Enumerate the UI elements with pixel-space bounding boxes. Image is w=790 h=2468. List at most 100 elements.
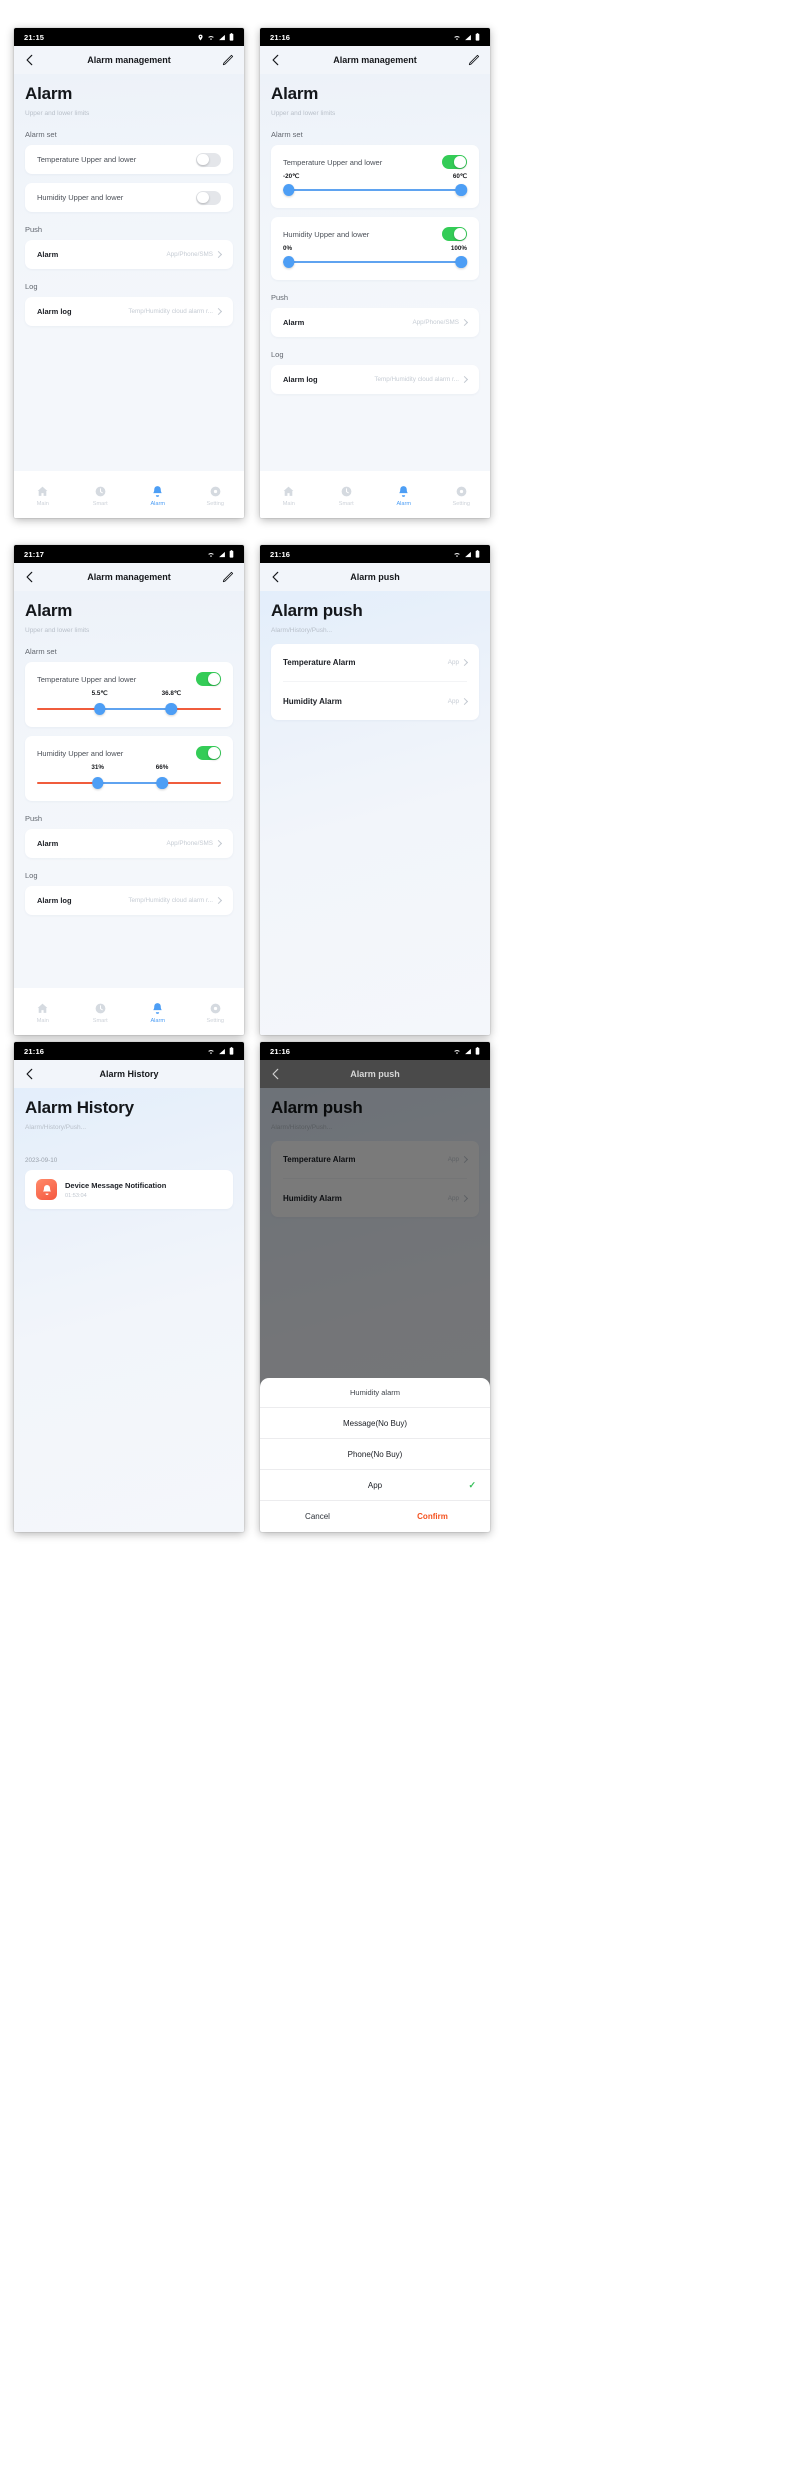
alarm-log-value-wrap: Temp/Humidity cloud alarm r... [374,375,469,384]
tab-smart[interactable]: Smart [318,485,376,507]
alarm-log-label: Alarm log [37,307,72,316]
tab-smart[interactable]: Smart [72,485,130,507]
slider-handle-min[interactable] [282,256,295,268]
humidity-min-value: 0% [283,245,293,252]
toggle-knob [454,156,466,168]
bottom-tab-bar: Main Smart Alarm Setting [14,471,244,518]
slider-handle-max[interactable] [455,184,468,196]
slider-handle-min[interactable] [282,184,295,196]
action-sheet-option-app[interactable]: App ✓ [260,1470,490,1501]
bell-icon [399,486,409,497]
humidity-toggle[interactable] [442,227,467,241]
tab-setting[interactable]: Setting [187,1002,245,1024]
option-label: Phone(No Buy) [347,1449,403,1459]
card-humidity-limits[interactable]: Humidity Upper and lower 31% 66% [25,736,233,801]
confirm-button[interactable]: Confirm [375,1512,490,1521]
tab-setting[interactable]: Setting [187,485,245,507]
cancel-button[interactable]: Cancel [260,1512,375,1521]
back-icon[interactable] [23,1067,37,1081]
card-push-alarm[interactable]: Alarm App/Phone/SMS [271,308,479,337]
gear-icon [210,1003,221,1014]
card-humidity-limits[interactable]: Humidity Upper and lower 0% 100% [271,217,479,280]
status-time: 21:16 [270,1046,291,1056]
action-sheet-option-phone[interactable]: Phone(No Buy) [260,1439,490,1470]
tab-setting[interactable]: Setting [433,485,491,507]
slider-fill [97,781,163,785]
card-alarm-log[interactable]: Alarm log Temp/Humidity cloud alarm r... [271,365,479,394]
card-temperature-limits[interactable]: Temperature Upper and lower -20℃ 60℃ [271,145,479,208]
toggle-knob [208,747,220,759]
edit-icon[interactable] [221,570,235,584]
toggle-knob [197,191,209,204]
slider-handle-max[interactable] [455,256,468,268]
status-bar: 21:16 [14,1042,244,1060]
page-title: Alarm management [333,55,417,65]
card-temperature-limits[interactable]: Temperature Upper and lower 5.5℃ 36.8℃ [25,662,233,727]
humidity-alarm-label: Humidity Alarm [283,696,342,706]
list-item[interactable]: Humidity Alarm App [283,682,469,720]
tab-main[interactable]: Main [14,485,72,507]
section-label-log: Log [271,350,284,359]
tab-smart[interactable]: Smart [72,1002,130,1024]
action-sheet-option-message[interactable]: Message(No Buy) [260,1408,490,1439]
section-label-push: Push [25,814,43,823]
push-alarm-label: Alarm [283,318,305,327]
location-icon [198,34,203,40]
tab-label: Alarm [150,501,166,507]
slider-handle-min[interactable] [91,777,104,789]
card-alarm-log[interactable]: Alarm log Temp/Humidity cloud alarm r... [25,886,233,915]
action-sheet: Humidity alarm Message(No Buy) Phone(No … [260,1378,490,1532]
back-icon[interactable] [23,53,37,67]
header-title: Alarm History [25,1098,134,1117]
nav-bar: Alarm History [14,1060,244,1088]
humidity-toggle[interactable] [196,190,221,205]
list-item[interactable]: Temperature Alarm App [283,644,469,682]
phone-screen-alarm-push-sheet: 21:16 Alarm push Alarm push Alarm/Histor… [260,1042,490,1532]
temperature-label: Temperature Upper and lower [37,674,137,684]
wifi-icon [454,1049,460,1054]
alarm-push-list: Temperature Alarm App Humidity Alarm App [271,644,479,720]
tab-alarm[interactable]: Alarm [129,485,187,507]
card-push-alarm[interactable]: Alarm App/Phone/SMS [25,829,233,858]
humidity-range-slider[interactable] [37,777,221,789]
signal-icon [219,34,225,40]
history-entry[interactable]: Device Message Notification 01:53:04 [25,1170,233,1209]
status-time: 21:17 [24,549,45,559]
back-icon[interactable] [23,570,37,584]
wifi-icon [454,552,460,557]
chevron-right-icon [214,839,223,848]
slider-track [283,260,467,264]
card-temperature-limits[interactable]: Temperature Upper and lower [25,145,233,174]
slider-handle-max[interactable] [165,703,178,715]
option-label: App [367,1480,383,1490]
slider-handle-max[interactable] [156,777,168,789]
back-icon[interactable] [269,570,283,584]
temperature-toggle[interactable] [196,672,221,686]
status-icons [453,1047,480,1055]
tab-label: Setting [452,501,470,507]
tab-label: Main [36,1018,49,1024]
edit-icon[interactable] [467,53,481,67]
tab-alarm[interactable]: Alarm [375,485,433,507]
back-icon[interactable] [269,1067,283,1081]
tab-alarm[interactable]: Alarm [129,1002,187,1024]
tab-main[interactable]: Main [14,1002,72,1024]
history-entry-time: 01:53:04 [65,1192,87,1199]
card-humidity-limits[interactable]: Humidity Upper and lower [25,183,233,212]
edit-icon[interactable] [221,53,235,67]
temperature-toggle[interactable] [196,152,221,167]
humidity-toggle[interactable] [196,746,221,760]
section-label-alarm-set: Alarm set [271,130,303,139]
temperature-range-slider[interactable] [282,184,468,196]
card-push-alarm[interactable]: Alarm App/Phone/SMS [25,240,233,269]
humidity-range-slider[interactable] [282,256,468,268]
back-icon[interactable] [269,53,283,67]
tab-main[interactable]: Main [260,485,318,507]
chevron-right-icon [214,896,223,905]
clock-icon [95,1003,106,1014]
header-title: Alarm [25,601,73,620]
card-alarm-log[interactable]: Alarm log Temp/Humidity cloud alarm r... [25,297,233,326]
slider-handle-min[interactable] [93,703,106,715]
temperature-range-slider[interactable] [37,703,221,715]
temperature-toggle[interactable] [442,155,467,169]
